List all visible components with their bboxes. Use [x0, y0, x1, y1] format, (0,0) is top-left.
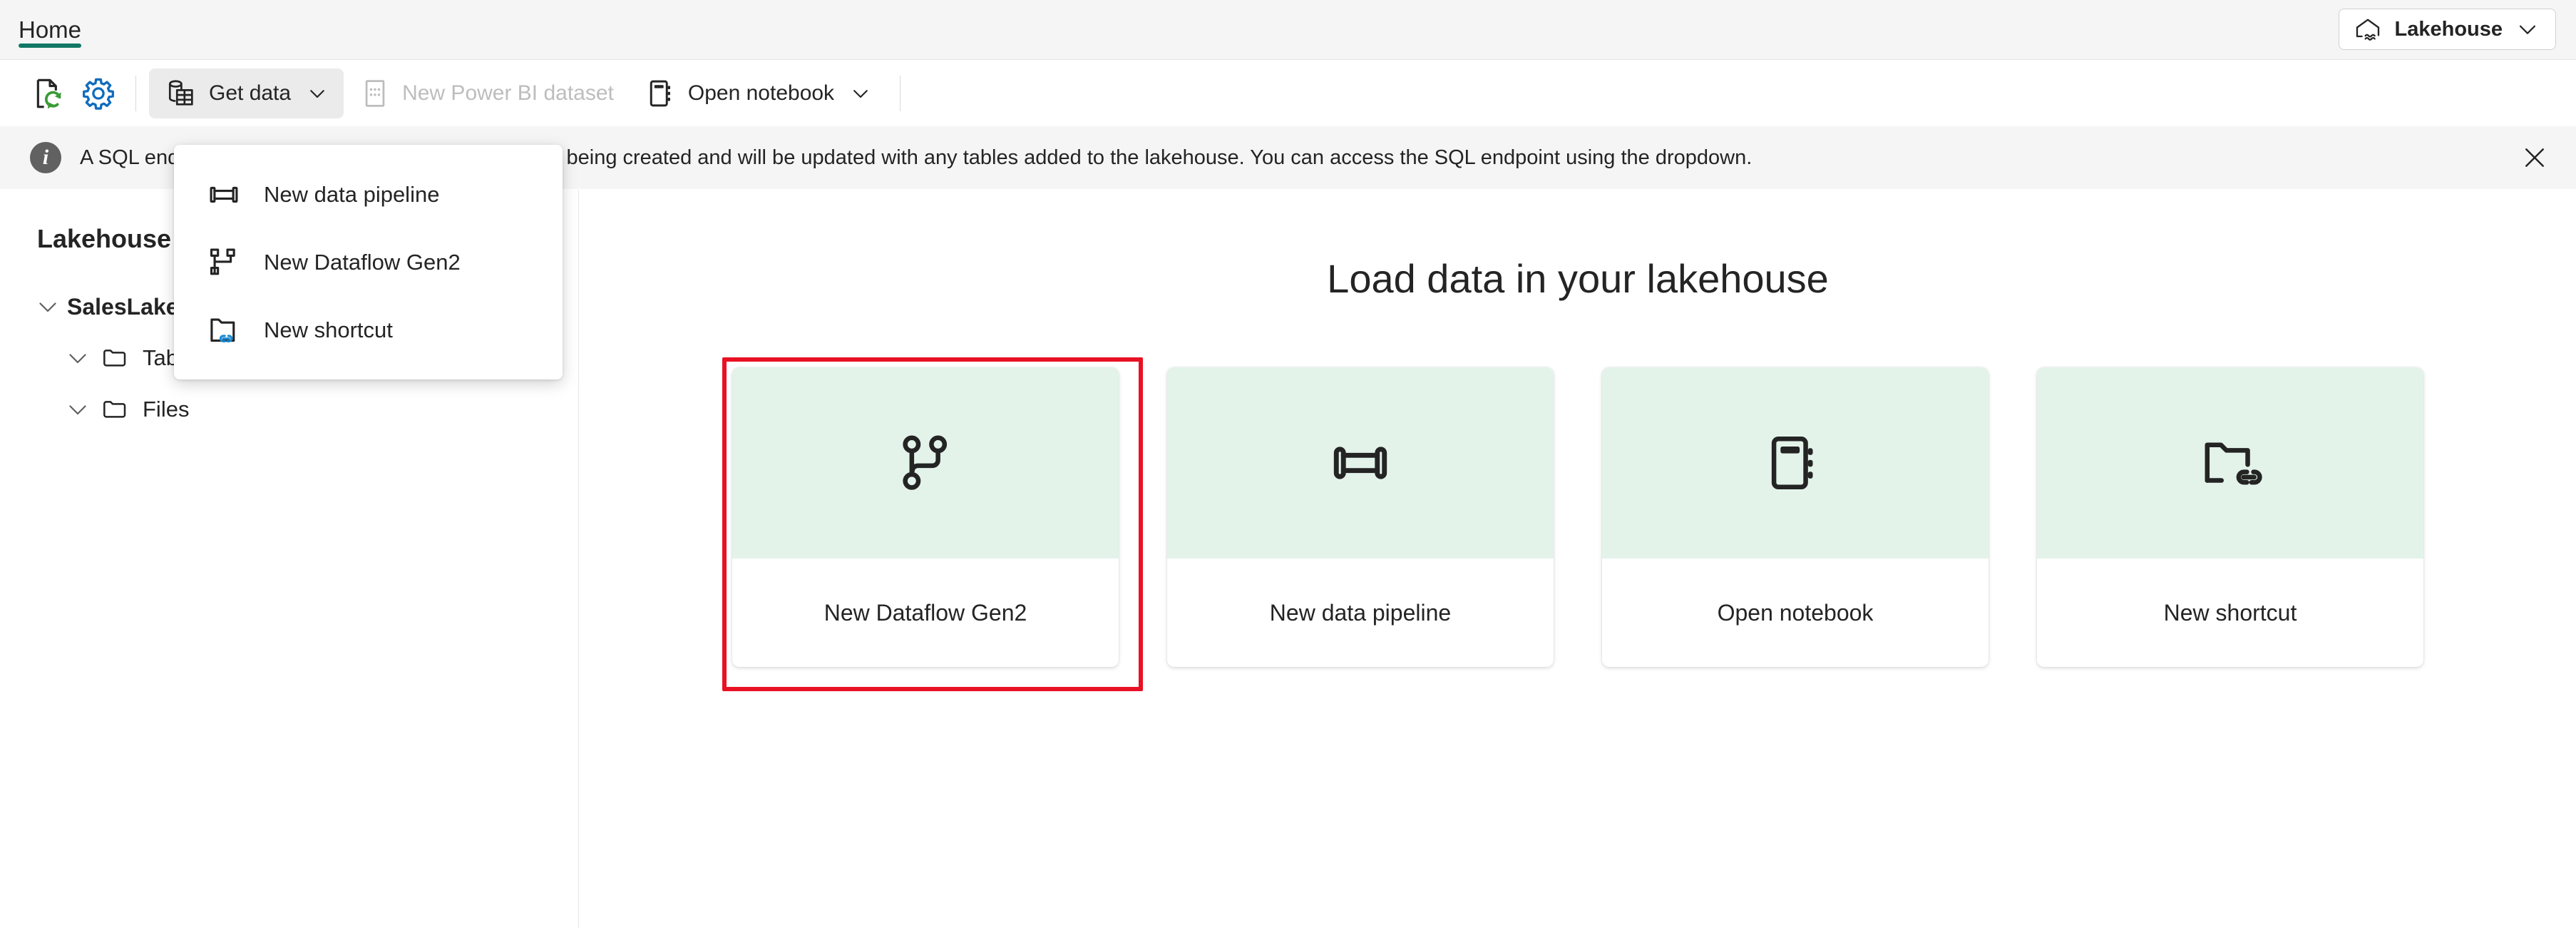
- chevron-down-icon: [2515, 17, 2540, 41]
- folder-icon: [97, 392, 133, 427]
- get-data-button[interactable]: Get data: [149, 68, 344, 118]
- new-power-bi-dataset-button[interactable]: New Power BI dataset: [344, 68, 630, 118]
- info-icon: i: [30, 142, 61, 173]
- menu-item-label: New Dataflow Gen2: [264, 249, 461, 275]
- new-power-bi-dataset-label: New Power BI dataset: [402, 81, 614, 105]
- card-new-data-pipeline[interactable]: New data pipeline: [1167, 367, 1554, 667]
- card-illustration: [1602, 367, 1989, 559]
- card-wrap-open-notebook: Open notebook: [1602, 367, 1989, 667]
- lakehouse-view-selector[interactable]: Lakehouse: [2338, 9, 2556, 50]
- chevron-down-icon[interactable]: [58, 339, 97, 377]
- dataflow-icon: [204, 243, 244, 282]
- card-label: New Dataflow Gen2: [823, 599, 1027, 626]
- card-label: Open notebook: [1717, 599, 1874, 626]
- card-wrap-new-data-pipeline: New data pipeline: [1167, 367, 1554, 667]
- lakehouse-icon: [2354, 15, 2382, 44]
- get-data-label: Get data: [209, 81, 292, 105]
- chevron-down-icon: [307, 83, 328, 104]
- notebook-icon: [645, 78, 677, 109]
- shortcut-folder-icon: [204, 310, 244, 350]
- card-new-shortcut[interactable]: New shortcut: [2037, 367, 2423, 667]
- page-title: Load data in your lakehouse: [1327, 256, 1829, 301]
- ribbon-tabstrip: Home: [0, 0, 100, 60]
- chevron-down-icon: [850, 83, 871, 104]
- open-notebook-label: Open notebook: [687, 81, 835, 105]
- dataflow-icon: [893, 430, 958, 496]
- card-wrap-new-dataflow-gen2: New Dataflow Gen2: [722, 357, 1143, 691]
- pipeline-icon: [204, 175, 244, 215]
- shortcut-folder-icon: [2197, 430, 2263, 496]
- open-notebook-button[interactable]: Open notebook: [630, 68, 887, 118]
- main-content: Load data in your lakehouse New Dataflow…: [580, 190, 2576, 928]
- menu-item-label: New shortcut: [264, 317, 393, 342]
- load-data-card-grid: New Dataflow Gen2 New data pipeline Open…: [580, 357, 2576, 691]
- card-wrap-new-shortcut: New shortcut: [2037, 367, 2423, 667]
- command-bar: Get data New Power BI dataset Open noteb…: [0, 61, 2576, 126]
- get-data-icon: [165, 77, 197, 110]
- pipeline-icon: [1328, 430, 1393, 496]
- card-label: New data pipeline: [1269, 599, 1452, 626]
- card-illustration: [1167, 367, 1554, 559]
- notebook-icon: [1762, 430, 1828, 496]
- menu-item-label: New data pipeline: [264, 181, 440, 207]
- menu-item-new-shortcut[interactable]: New shortcut: [174, 296, 563, 364]
- refresh-dataset-icon: [32, 76, 68, 111]
- power-bi-dataset-icon: [359, 78, 391, 109]
- card-new-dataflow-gen2[interactable]: New Dataflow Gen2: [732, 367, 1119, 667]
- card-label: New shortcut: [2163, 599, 2297, 626]
- ribbon-bar: Home Lakehouse: [0, 0, 2576, 60]
- chevron-down-icon[interactable]: [58, 390, 97, 429]
- lakehouse-selector-label: Lakehouse: [2394, 17, 2503, 41]
- tree-item-label: Files: [143, 397, 190, 422]
- close-icon[interactable]: [2515, 138, 2555, 178]
- tab-active-indicator: [19, 44, 82, 48]
- menu-item-new-dataflow-gen2[interactable]: New Dataflow Gen2: [174, 228, 563, 296]
- get-data-dropdown-menu: New data pipeline New Dataflow Gen2 New …: [174, 145, 563, 379]
- tab-home[interactable]: Home: [0, 0, 100, 60]
- settings-gear-icon: [81, 76, 116, 111]
- folder-icon: [97, 340, 133, 376]
- card-illustration: [732, 367, 1119, 559]
- tree-item-files[interactable]: Files: [0, 384, 578, 435]
- chevron-down-icon[interactable]: [29, 287, 67, 326]
- card-open-notebook[interactable]: Open notebook: [1602, 367, 1989, 667]
- card-illustration: [2037, 367, 2423, 559]
- settings-button[interactable]: [74, 69, 123, 118]
- refresh-button[interactable]: [26, 69, 74, 118]
- tab-home-label: Home: [19, 16, 82, 43]
- command-separator-1: [135, 76, 136, 111]
- menu-item-new-data-pipeline[interactable]: New data pipeline: [174, 160, 563, 228]
